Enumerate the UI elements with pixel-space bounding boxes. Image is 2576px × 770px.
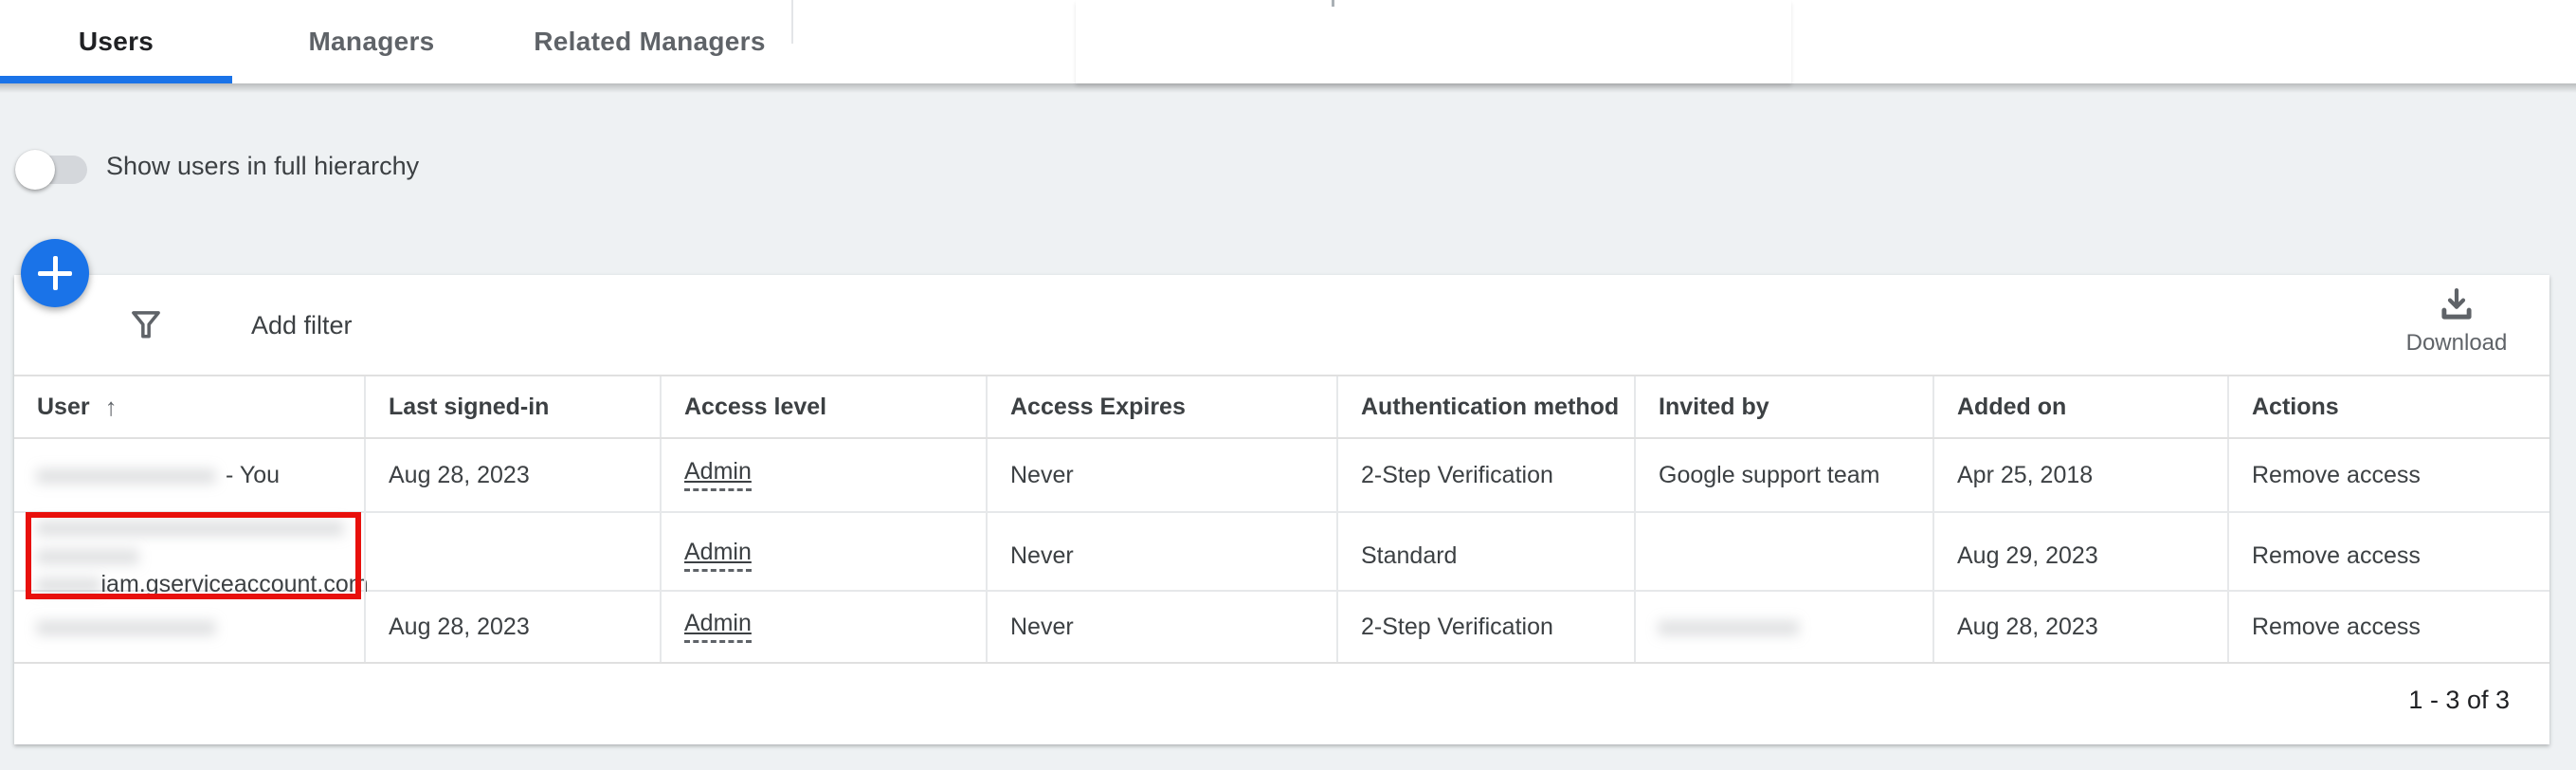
remove-access-link[interactable]: Remove access [2252,462,2421,489]
add-user-button[interactable] [21,239,89,307]
panel-edge-divider [791,0,793,44]
last-signed-in-cell: Aug 28, 2023 [364,592,660,662]
user-cell-service-account: xxxxxxxxxxxxxxxxxxxxxxxx xxxxxxxx xxxxxi… [14,513,364,598]
funnel-icon [126,305,166,345]
access-level-link[interactable]: Admin [684,611,752,644]
column-header-authentication-method: Authentication method [1336,376,1634,437]
table-row-highlighted: xxxxxxxxxxxxxxxxxxxxxxxx xxxxxxxx xxxxxi… [14,513,2549,592]
redacted-email-line2: xxxxxxxx [37,541,139,570]
invited-by-cell: xxxxxxxxxxx [1634,592,1932,662]
tab-bar: Users Managers Related Managers [0,0,2576,83]
actions-cell: Remove access [2227,592,2549,662]
last-signed-in-cell [364,513,660,598]
column-header-invited-by: Invited by [1634,376,1932,437]
column-header-label: User [37,394,90,421]
remove-access-link[interactable]: Remove access [2252,542,2421,570]
redacted-email: xxxxxxxxxxx [1659,614,1800,641]
invited-by-cell: Google support team [1634,439,1932,511]
hierarchy-toggle-row: Show users in full hierarchy [0,83,2576,207]
access-expires-cell: Never [986,439,1336,511]
sort-ascending-icon: ↑ [105,393,118,422]
actions-cell: Remove access [2227,513,2549,598]
table-header-row: User ↑ Last signed-in Access level Acces… [14,375,2549,439]
tab-users[interactable]: Users [0,0,232,83]
access-level-link[interactable]: Admin [684,459,752,492]
auth-method-cell: 2-Step Verification [1336,439,1634,511]
download-icon [2437,284,2476,324]
added-on-cell: Aug 28, 2023 [1932,592,2227,662]
access-level-link[interactable]: Admin [684,540,752,573]
access-expires-cell: Never [986,513,1336,598]
table-toolbar: Add filter Download [14,275,2549,375]
column-header-access-expires: Access Expires [986,376,1336,437]
tab-related-managers[interactable]: Related Managers [511,0,789,83]
column-header-access-level: Access level [660,376,986,437]
add-filter-button[interactable]: Add filter [126,292,353,358]
plus-icon [53,256,58,290]
redacted-email-line1: xxxxxxxxxxxxxxxxxxxxxxxx [37,513,344,541]
access-level-cell: Admin [660,439,986,511]
auth-method-cell: Standard [1336,513,1634,598]
download-label: Download [2406,330,2508,357]
remove-access-link[interactable]: Remove access [2252,614,2421,641]
column-header-added-on: Added on [1932,376,2227,437]
tab-bar-shadow [0,83,2576,93]
active-tab-indicator [0,76,232,83]
toggle-knob [15,150,55,190]
access-level-cell: Admin [660,513,986,598]
user-cell: xxxxxxxxxxxxxx [14,592,364,662]
column-header-user[interactable]: User ↑ [14,376,364,437]
access-expires-cell: Never [986,592,1336,662]
overlapping-panel [1076,0,1791,83]
table-row: xxxxxxxxxxxxxx - You Aug 28, 2023 Admin … [14,439,2549,513]
column-header-actions: Actions [2227,376,2549,437]
auth-method-cell: 2-Step Verification [1336,592,1634,662]
download-button[interactable]: Download [2381,283,2532,370]
redacted-email: xxxxxxxxxxxxxx [37,614,216,641]
column-header-last-signed-in: Last signed-in [364,376,660,437]
tab-managers[interactable]: Managers [232,0,511,83]
user-cell: xxxxxxxxxxxxxx - You [14,439,364,511]
access-level-cell: Admin [660,592,986,662]
added-on-cell: Aug 29, 2023 [1932,513,2227,598]
added-on-cell: Apr 25, 2018 [1932,439,2227,511]
users-table: User ↑ Last signed-in Access level Acces… [14,375,2549,664]
users-admin-screen: Users Managers Related Managers Show use… [0,0,2576,770]
hierarchy-toggle[interactable] [15,148,91,190]
users-table-card: Add filter Download User ↑ Last signed-i… [14,275,2549,744]
add-filter-label: Add filter [251,311,353,340]
invited-by-cell [1634,513,1932,598]
pagination-label: 1 - 3 of 3 [2408,686,2510,715]
last-signed-in-cell: Aug 28, 2023 [364,439,660,511]
panel-divider-tick [1332,0,1334,7]
actions-cell: Remove access [2227,439,2549,511]
redacted-email: xxxxxxxxxxxxxx [37,462,216,489]
table-row: xxxxxxxxxxxxxx Aug 28, 2023 Admin Never … [14,592,2549,664]
hierarchy-toggle-label: Show users in full hierarchy [106,152,419,181]
you-suffix: - You [226,462,280,489]
